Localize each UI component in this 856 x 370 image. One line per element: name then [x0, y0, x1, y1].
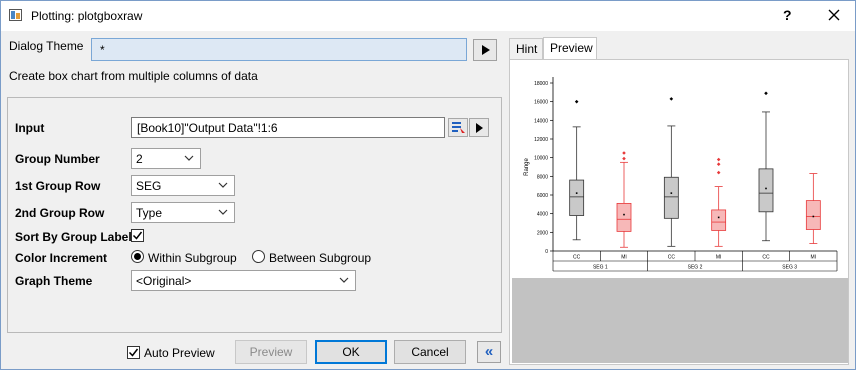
sort-by-group-labels-checkbox[interactable] — [131, 229, 144, 242]
y-tick-label: 16000 — [534, 100, 548, 106]
ok-button[interactable]: OK — [315, 340, 387, 364]
plot-area — [553, 63, 837, 251]
between-subgroup-label: Between Subgroup — [269, 251, 372, 265]
cancel-button[interactable]: Cancel — [394, 340, 466, 364]
within-subgroup-radio[interactable] — [131, 250, 144, 263]
y-tick-label: 12000 — [534, 137, 548, 143]
box-body — [805, 200, 821, 230]
collapse-panel-button[interactable]: « — [477, 341, 501, 363]
first-group-row-value: SEG — [136, 179, 162, 193]
between-subgroup-radio[interactable] — [252, 250, 265, 263]
y-axis-label: Range — [524, 158, 530, 176]
dialog-window: Plotting: plotgboxraw ? Dialog Theme * C… — [0, 0, 856, 370]
group-label: SEG 2 — [688, 265, 703, 271]
box-mean-marker — [812, 215, 815, 218]
graph-theme-label: Graph Theme — [15, 274, 93, 288]
tab-hint[interactable]: Hint — [509, 38, 543, 59]
box-mean-marker — [670, 192, 673, 194]
group-number-select[interactable]: 2 — [131, 148, 201, 169]
window-title: Plotting: plotgboxraw — [31, 9, 143, 23]
subgroup-label: CC — [762, 255, 770, 261]
group-number-value: 2 — [136, 152, 143, 166]
preview-empty-area — [512, 278, 848, 363]
second-group-row-label: 2nd Group Row — [15, 206, 105, 220]
preview-button[interactable]: Preview — [235, 340, 307, 364]
dialog-theme-field[interactable]: * — [91, 38, 467, 61]
box-body — [663, 176, 679, 219]
range-select-icon — [452, 122, 465, 133]
y-tick-label: 6000 — [537, 193, 548, 199]
color-increment-label: Color Increment — [15, 251, 108, 265]
auto-preview-label: Auto Preview — [144, 346, 215, 360]
theme-play-button[interactable] — [473, 39, 497, 61]
input-play-button[interactable] — [469, 118, 489, 137]
first-group-row-label: 1st Group Row — [15, 179, 101, 193]
app-icon — [9, 9, 22, 21]
y-tick-label: 14000 — [534, 118, 548, 124]
title-bar[interactable]: Plotting: plotgboxraw ? — [1, 1, 855, 31]
y-tick-label: 0 — [545, 249, 548, 255]
y-tick-label: 10000 — [534, 156, 548, 162]
chevron-down-icon — [339, 277, 349, 283]
graph-theme-value: <Original> — [136, 274, 192, 288]
box-mean-marker — [765, 187, 767, 190]
box-chart: 0 2000 4000 6000 8000 10000 12000 14000 16000 180… — [524, 63, 838, 272]
input-range-field[interactable]: [Book10]"Output Data"!1:6 — [131, 117, 445, 138]
chevron-down-icon — [218, 209, 228, 215]
box-body — [711, 209, 727, 231]
subgroup-label: MI — [621, 255, 627, 261]
box-mean-marker — [717, 216, 720, 219]
within-subgroup-label: Within Subgroup — [148, 251, 237, 265]
subgroup-label: MI — [811, 255, 817, 261]
dialog-theme-label: Dialog Theme — [9, 39, 84, 53]
first-group-row-select[interactable]: SEG — [131, 175, 235, 196]
tab-preview[interactable]: Preview — [543, 37, 597, 60]
input-label: Input — [15, 121, 45, 135]
y-tick-label: 8000 — [537, 174, 548, 180]
box-mean-marker — [575, 192, 578, 194]
box-body — [758, 168, 774, 213]
chevron-down-icon — [218, 182, 228, 188]
sort-by-group-labels-label: Sort By Group Labels — [15, 230, 139, 244]
range-select-button[interactable] — [448, 118, 468, 137]
auto-preview-checkbox[interactable] — [127, 346, 140, 359]
second-group-row-select[interactable]: Type — [131, 202, 235, 223]
second-group-row-value: Type — [136, 206, 163, 220]
checkmark-icon — [128, 348, 139, 357]
graph-theme-select[interactable]: <Original> — [131, 270, 356, 291]
dialog-description: Create box chart from multiple columns o… — [9, 69, 258, 83]
y-tick-label: 2000 — [537, 230, 548, 236]
subgroup-label: MI — [716, 255, 722, 261]
subgroup-label: CC — [573, 255, 581, 261]
box-body — [569, 179, 585, 216]
y-tick-label: 4000 — [537, 212, 548, 218]
box-body — [616, 202, 632, 232]
help-button[interactable]: ? — [783, 7, 792, 23]
chevron-down-icon — [184, 155, 194, 161]
subgroup-label: CC — [668, 255, 676, 261]
close-icon[interactable] — [823, 4, 845, 26]
group-label: SEG 3 — [782, 265, 797, 271]
checkmark-icon — [132, 231, 143, 240]
y-tick-label: 18000 — [534, 81, 548, 87]
box-mean-marker — [623, 213, 625, 216]
group-number-label: Group Number — [15, 152, 100, 166]
group-label: SEG 1 — [593, 265, 608, 271]
